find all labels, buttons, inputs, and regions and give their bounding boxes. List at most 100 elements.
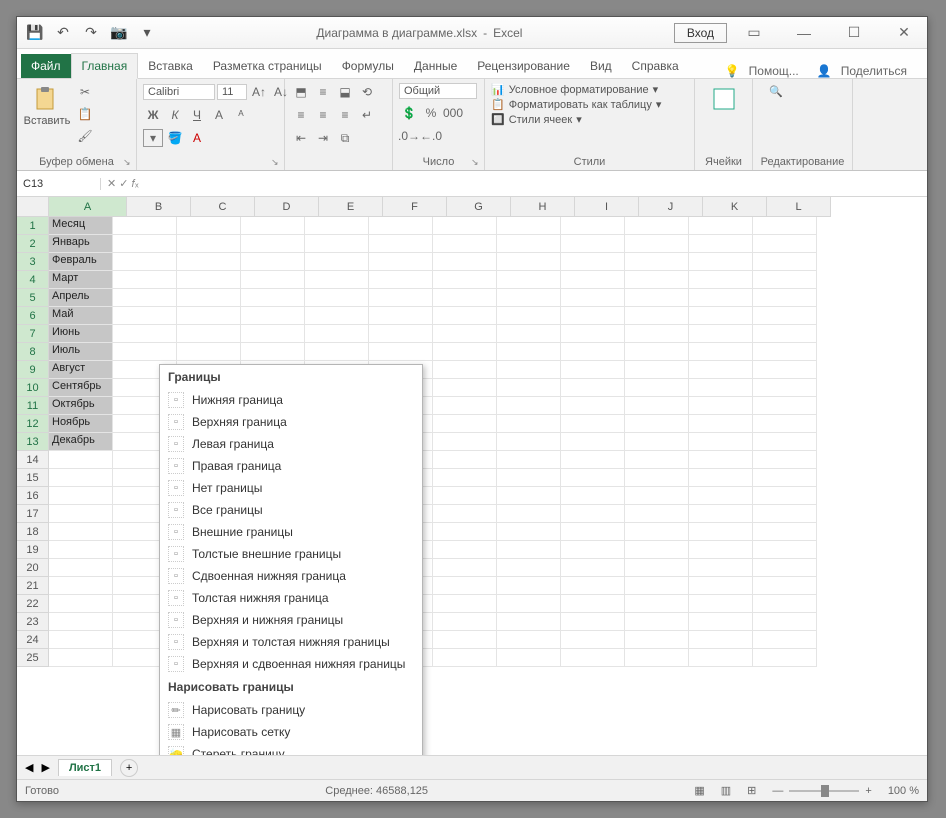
- row-header[interactable]: 19: [17, 541, 49, 559]
- cell[interactable]: [561, 631, 625, 649]
- cell[interactable]: [177, 271, 241, 289]
- cell[interactable]: Декабрь: [49, 433, 113, 451]
- cell[interactable]: Январь: [49, 235, 113, 253]
- cell[interactable]: Октябрь: [49, 397, 113, 415]
- editing-button[interactable]: 🔍: [759, 83, 807, 113]
- cell[interactable]: [561, 469, 625, 487]
- cell[interactable]: [241, 325, 305, 343]
- number-format-select[interactable]: Общий: [399, 83, 477, 99]
- cell[interactable]: [113, 289, 177, 307]
- cell[interactable]: [689, 577, 753, 595]
- cell[interactable]: [753, 595, 817, 613]
- percent-icon[interactable]: %: [421, 104, 441, 122]
- row-header[interactable]: 22: [17, 595, 49, 613]
- cell[interactable]: [113, 343, 177, 361]
- font-sub-icon[interactable]: ᴬ: [231, 106, 251, 124]
- tab-review[interactable]: Рецензирование: [467, 54, 580, 78]
- cell[interactable]: [369, 217, 433, 235]
- cell[interactable]: [625, 235, 689, 253]
- zoom-slider[interactable]: —+: [772, 785, 871, 797]
- cell[interactable]: [561, 361, 625, 379]
- cell[interactable]: [433, 487, 497, 505]
- cell[interactable]: [497, 253, 561, 271]
- cell[interactable]: [625, 379, 689, 397]
- row-header[interactable]: 8: [17, 343, 49, 361]
- col-header[interactable]: H: [511, 197, 575, 217]
- cell[interactable]: [113, 325, 177, 343]
- border-draw-item[interactable]: ▦Нарисовать сетку: [160, 721, 422, 743]
- cell[interactable]: [49, 505, 113, 523]
- sheet-tab[interactable]: Лист1: [58, 759, 112, 776]
- cell[interactable]: [177, 235, 241, 253]
- cell[interactable]: [689, 433, 753, 451]
- border-item[interactable]: ▫Левая граница: [160, 433, 422, 455]
- cell[interactable]: [177, 307, 241, 325]
- border-item[interactable]: ▫Нет границы: [160, 477, 422, 499]
- cell[interactable]: [753, 433, 817, 451]
- cell[interactable]: [689, 307, 753, 325]
- fill-color-icon[interactable]: 🪣: [165, 129, 185, 147]
- cell[interactable]: [753, 487, 817, 505]
- cell[interactable]: [49, 631, 113, 649]
- cell[interactable]: [177, 289, 241, 307]
- format-painter-icon[interactable]: 🖌: [75, 127, 95, 145]
- cell[interactable]: [625, 433, 689, 451]
- tab-layout[interactable]: Разметка страницы: [203, 54, 332, 78]
- cell[interactable]: [49, 451, 113, 469]
- cell[interactable]: [305, 217, 369, 235]
- row-header[interactable]: 15: [17, 469, 49, 487]
- cell[interactable]: [305, 235, 369, 253]
- cell[interactable]: [433, 415, 497, 433]
- row-header[interactable]: 20: [17, 559, 49, 577]
- cell[interactable]: [49, 469, 113, 487]
- col-header[interactable]: A: [49, 197, 127, 217]
- cell[interactable]: [497, 487, 561, 505]
- align-left-icon[interactable]: ≡: [291, 106, 311, 124]
- tell-me[interactable]: 💡 Помощ...: [719, 64, 811, 78]
- cell[interactable]: [433, 595, 497, 613]
- view-normal-icon[interactable]: ▦: [694, 784, 704, 797]
- cell[interactable]: [753, 649, 817, 667]
- cell-styles-button[interactable]: 🔲 Стили ячеек ▾: [491, 113, 661, 126]
- cell[interactable]: [497, 505, 561, 523]
- cell[interactable]: [689, 649, 753, 667]
- row-header[interactable]: 14: [17, 451, 49, 469]
- align-right-icon[interactable]: ≡: [335, 106, 355, 124]
- tab-data[interactable]: Данные: [404, 54, 467, 78]
- cell[interactable]: [689, 505, 753, 523]
- cell[interactable]: [433, 505, 497, 523]
- cond-format-button[interactable]: 📊 Условное форматирование ▾: [491, 83, 661, 96]
- cell[interactable]: [241, 271, 305, 289]
- tab-formulas[interactable]: Формулы: [332, 54, 404, 78]
- cell[interactable]: Март: [49, 271, 113, 289]
- row-header[interactable]: 2: [17, 235, 49, 253]
- cell[interactable]: [113, 253, 177, 271]
- cell[interactable]: [561, 487, 625, 505]
- cell[interactable]: [753, 289, 817, 307]
- cell[interactable]: [497, 451, 561, 469]
- border-item[interactable]: ▫Верхняя и сдвоенная нижняя границы: [160, 653, 422, 675]
- row-header[interactable]: 21: [17, 577, 49, 595]
- cell[interactable]: [497, 361, 561, 379]
- cell[interactable]: [433, 289, 497, 307]
- cell[interactable]: [49, 595, 113, 613]
- cell[interactable]: [497, 577, 561, 595]
- ribbon-opts-icon[interactable]: ▭: [731, 18, 777, 48]
- col-header[interactable]: D: [255, 197, 319, 217]
- row-header[interactable]: 17: [17, 505, 49, 523]
- col-header[interactable]: I: [575, 197, 639, 217]
- row-header[interactable]: 13: [17, 433, 49, 451]
- font-launcher-icon[interactable]: ↘: [271, 157, 281, 167]
- name-box[interactable]: C13: [17, 178, 101, 190]
- minimize-icon[interactable]: —: [781, 18, 827, 48]
- cell[interactable]: [113, 217, 177, 235]
- cell[interactable]: [689, 217, 753, 235]
- col-header[interactable]: B: [127, 197, 191, 217]
- cell[interactable]: [561, 541, 625, 559]
- cells-button[interactable]: [701, 83, 746, 113]
- cell[interactable]: [433, 343, 497, 361]
- cell[interactable]: [177, 343, 241, 361]
- cell[interactable]: [113, 307, 177, 325]
- font-size-select[interactable]: 11: [217, 84, 247, 100]
- cell[interactable]: Май: [49, 307, 113, 325]
